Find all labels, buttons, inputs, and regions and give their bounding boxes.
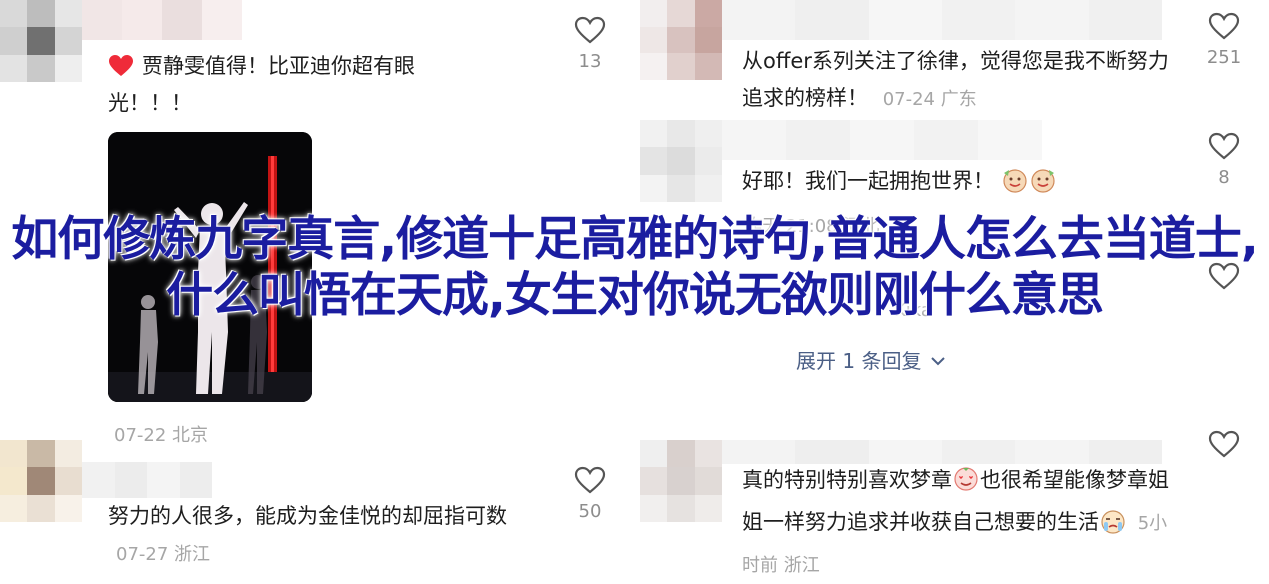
- like-count: 50: [578, 501, 602, 522]
- like-count: 251: [1206, 47, 1242, 68]
- like-count: 13: [578, 51, 602, 72]
- hugging-face-emoji-icon: [1001, 167, 1029, 205]
- comment-4-text: 好耶！我们一起拥抱世界！: [742, 163, 1182, 205]
- commenter-avatar[interactable]: [640, 0, 722, 80]
- heart-eyes-emoji-icon: [952, 466, 980, 504]
- blurred-username: [82, 0, 242, 40]
- commenter-avatar[interactable]: [0, 440, 82, 522]
- red-heart-icon: [108, 53, 134, 77]
- comment-1-text: 贾静雯值得！比亚迪你超有眼光！！！: [108, 53, 415, 115]
- commenter-avatar[interactable]: [640, 120, 722, 202]
- blurred-username: [722, 0, 1162, 40]
- crying-face-emoji-icon: [1099, 508, 1127, 546]
- expand-replies-link[interactable]: 展开 1 条回复: [796, 345, 946, 374]
- heart-outline-icon: [574, 16, 606, 44]
- like-button[interactable]: 251: [1194, 12, 1254, 68]
- heart-outline-icon: [574, 466, 606, 494]
- heart-outline-icon: [1208, 12, 1240, 40]
- like-count: 8: [1218, 167, 1230, 188]
- comment-6-text: 真的特别特别喜欢梦章 也很希望能像梦章姐姐一样努力追求并收获自己想要的生活 5小…: [742, 466, 1169, 576]
- like-button[interactable]: 50: [560, 466, 620, 522]
- blurred-username: [722, 120, 1042, 160]
- blurred-username: [82, 462, 212, 498]
- comment-3-meta: 07-24 广东: [882, 89, 977, 110]
- heart-outline-icon: [1208, 430, 1240, 458]
- commenter-avatar[interactable]: [0, 0, 82, 82]
- blurred-username: [722, 440, 1162, 464]
- comment-2-meta: 07-27 浙江: [116, 544, 211, 565]
- comment-2-text: 努力的人很多，能成为金佳悦的却屈指可数 07-27 浙江: [108, 504, 507, 565]
- overlay-title: 如何修炼九字真言,修道十足高雅的诗句,普通人怎么去当道士,什么叫悟在天成,女生对…: [11, 212, 1259, 323]
- chevron-down-icon: [931, 357, 945, 366]
- like-button[interactable]: 8: [1194, 132, 1254, 188]
- heart-outline-icon: [1208, 132, 1240, 160]
- hugging-face-emoji-icon: [1029, 167, 1057, 205]
- comment-3-text: 从offer系列关注了徐律，觉得您是我不断努力追求的榜样！ 07-24 广东: [742, 49, 1169, 110]
- like-button[interactable]: [1194, 430, 1254, 458]
- commenter-avatar[interactable]: [640, 440, 722, 522]
- comment-1-meta: 07-22 北京: [114, 425, 209, 446]
- like-button[interactable]: 13: [560, 16, 620, 72]
